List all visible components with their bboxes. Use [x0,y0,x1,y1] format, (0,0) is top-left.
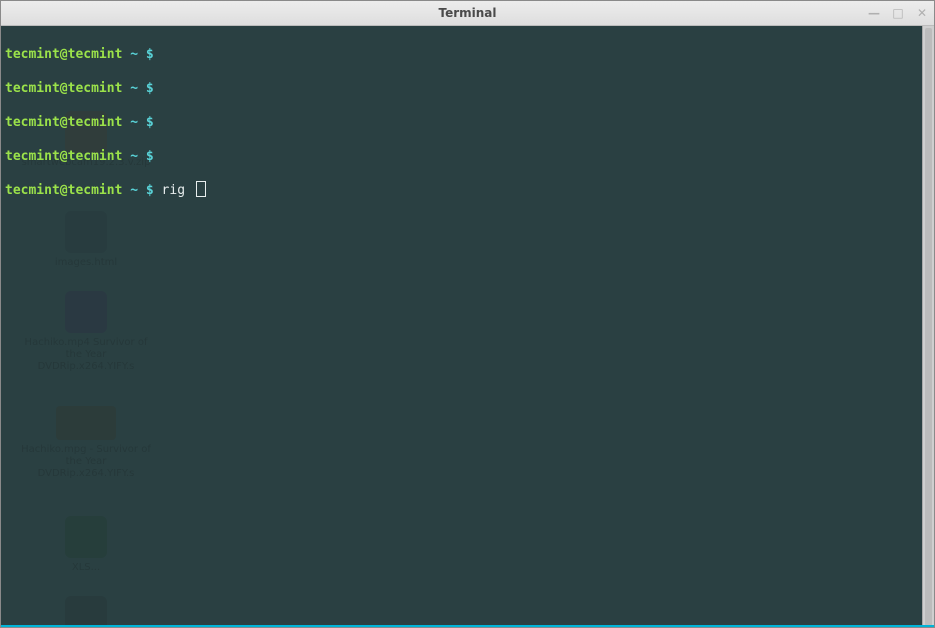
prompt-user-host: tecmint@tecmint [5,183,122,198]
prompt-user-host: tecmint@tecmint [5,115,122,130]
prompt-path: ~ [130,149,138,164]
prompt-line: tecmint@tecmint ~ $ [5,148,930,165]
window-title: Terminal [438,6,496,20]
prompt-path: ~ [130,115,138,130]
prompt-path: ~ [130,183,138,198]
prompt-line: tecmint@tecmint ~ $ [5,114,930,131]
prompt-line: tecmint@tecmint ~ $ [5,80,930,97]
scrollbar-thumb[interactable] [925,28,932,627]
prompt-sigil: $ [146,115,154,130]
terminal-window: Terminal — □ ✕ smartwebcam19.2.3.v.zip i… [0,0,935,628]
bottom-accent-bar [1,625,934,627]
prompt-path: ~ [130,81,138,96]
prompt-path: ~ [130,47,138,62]
window-controls: — □ ✕ [866,1,930,25]
prompt-sigil: $ [146,81,154,96]
close-icon[interactable]: ✕ [914,5,930,21]
prompt-user-host: tecmint@tecmint [5,47,122,62]
maximize-icon[interactable]: □ [890,5,906,21]
minimize-icon[interactable]: — [866,5,882,21]
prompt-line: tecmint@tecmint ~ $ [5,46,930,63]
cursor-icon [197,182,205,196]
vertical-scrollbar[interactable] [922,26,934,627]
prompt-sigil: $ [146,183,154,198]
command-input[interactable]: rig [162,183,193,198]
prompt-user-host: tecmint@tecmint [5,149,122,164]
prompt-line-active: tecmint@tecmint ~ $ rig [5,182,930,199]
prompt-sigil: $ [146,47,154,62]
prompt-user-host: tecmint@tecmint [5,81,122,96]
terminal-viewport[interactable]: smartwebcam19.2.3.v.zip images.html Hach… [1,26,934,627]
terminal-output[interactable]: tecmint@tecmint ~ $ tecmint@tecmint ~ $ … [1,26,934,627]
titlebar[interactable]: Terminal — □ ✕ [1,1,934,26]
prompt-sigil: $ [146,149,154,164]
